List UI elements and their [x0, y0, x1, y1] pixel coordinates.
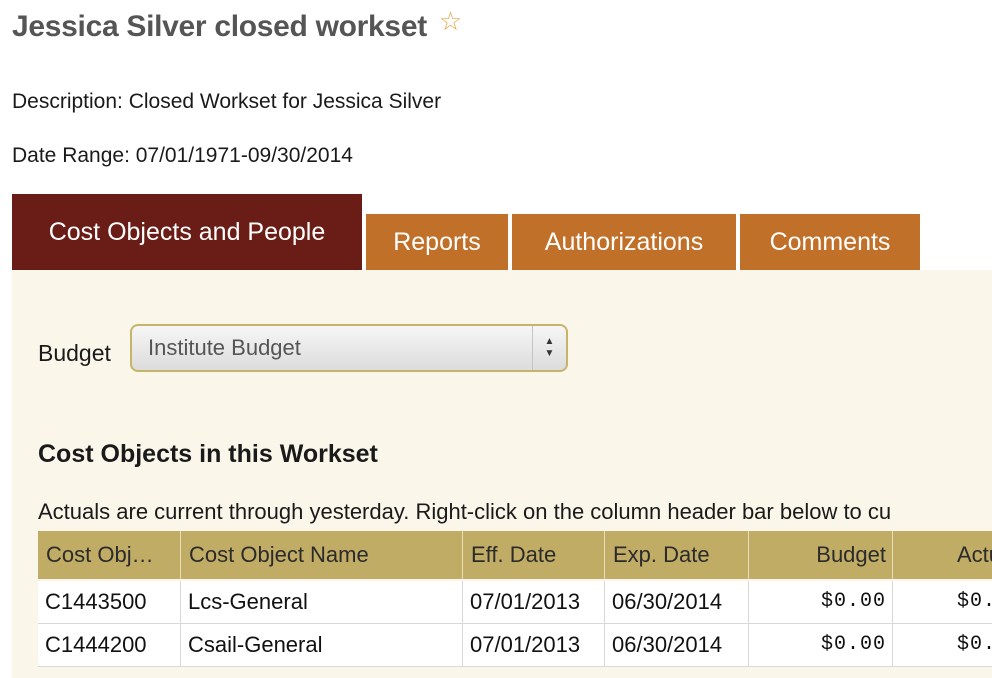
cell-exp-date: 06/30/2014	[604, 624, 748, 666]
page-title: Jessica Silver closed workset ☆	[12, 6, 462, 44]
table-row[interactable]: C1444200 Csail-General 07/01/2013 06/30/…	[38, 624, 992, 667]
tab-comments[interactable]: Comments	[740, 214, 920, 270]
budget-select-value: Institute Budget	[148, 335, 301, 360]
cell-eff-date: 07/01/2013	[462, 624, 604, 666]
tab-cost-objects-and-people[interactable]: Cost Objects and People	[12, 194, 362, 285]
favorite-star-icon[interactable]: ☆	[439, 6, 462, 37]
cell-budget: $0.00	[748, 581, 892, 623]
cell-eff-date: 07/01/2013	[462, 581, 604, 623]
column-header-eff-date[interactable]: Eff. Date	[462, 531, 604, 579]
table-row[interactable]: C1443500 Lcs-General 07/01/2013 06/30/20…	[38, 581, 992, 624]
column-header-actuals[interactable]: Actu	[892, 531, 992, 579]
budget-label: Budget	[38, 340, 111, 366]
page-title-text: Jessica Silver closed workset	[12, 10, 427, 43]
cost-objects-heading: Cost Objects in this Workset	[38, 440, 378, 468]
table-header-row[interactable]: Cost Obj… Cost Object Name Eff. Date Exp…	[38, 531, 992, 579]
budget-select[interactable]: Institute Budget ▲ ▼	[130, 324, 568, 372]
select-arrows-icon: ▲ ▼	[532, 326, 566, 370]
cell-exp-date: 06/30/2014	[604, 581, 748, 623]
tab-reports[interactable]: Reports	[366, 214, 508, 270]
workset-description: Description: Closed Workset for Jessica …	[12, 90, 442, 113]
workset-date-range: Date Range: 07/01/1971-09/30/2014	[12, 144, 353, 167]
cell-cost-object-name: Lcs-General	[180, 581, 462, 623]
cell-budget: $0.00	[748, 624, 892, 666]
column-header-cost-object-name[interactable]: Cost Object Name	[180, 531, 462, 579]
cell-actuals: $0.	[892, 624, 992, 666]
actuals-note: Actuals are current through yesterday. R…	[38, 499, 892, 524]
column-header-exp-date[interactable]: Exp. Date	[604, 531, 748, 579]
column-header-cost-object[interactable]: Cost Obj…	[38, 531, 180, 579]
cell-cost-object-name: Csail-General	[180, 624, 462, 666]
cell-actuals: $0.	[892, 581, 992, 623]
cell-cost-object: C1444200	[45, 632, 147, 657]
column-header-budget[interactable]: Budget	[748, 531, 892, 579]
tab-authorizations[interactable]: Authorizations	[512, 214, 736, 270]
cell-cost-object: C1443500	[45, 589, 147, 614]
